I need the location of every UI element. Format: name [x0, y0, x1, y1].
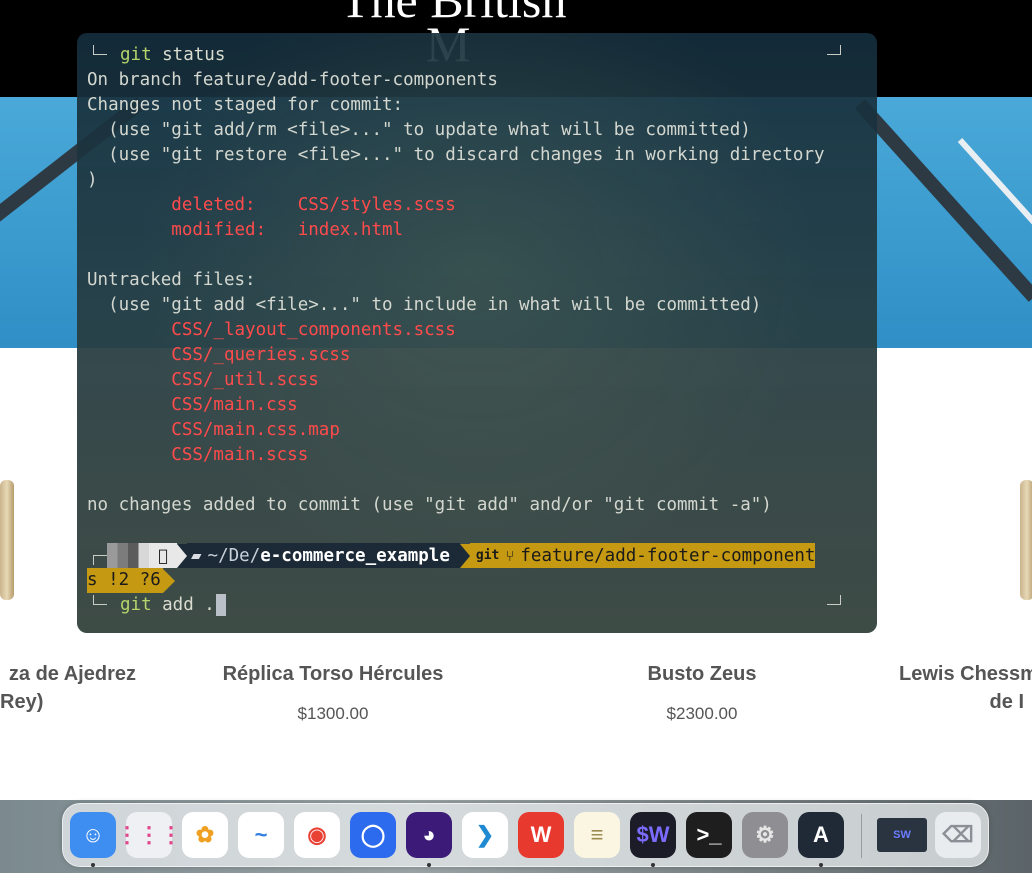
- prompt-path: ▰ ~/De/e-commerce_example: [187, 543, 460, 568]
- output-line: (use "git restore <file>..." to discard …: [87, 145, 825, 165]
- product-name-line: za de Ajedrez: [8, 663, 136, 685]
- prompt-branch: feature/add-footer-component: [520, 545, 816, 566]
- prompt-corner-icon: [827, 45, 841, 55]
- running-indicator: [651, 863, 655, 867]
- branch-icon: ⑂: [505, 546, 515, 565]
- command-args: add .: [151, 595, 215, 615]
- prompt-git-counts: s !2 ?6: [87, 568, 163, 593]
- prompt-git-status: git ⑂ feature/add-footer-component: [469, 543, 816, 568]
- prompt-separator-icon: [459, 543, 470, 568]
- notes-icon[interactable]: ≡: [574, 812, 620, 858]
- command-args: status: [151, 45, 226, 65]
- output-line: (use "git add <file>..." to include in w…: [87, 295, 762, 315]
- wps-icon[interactable]: W: [518, 812, 564, 858]
- prompt-corner-icon: [93, 555, 107, 565]
- output-line: no changes added to commit (use "git add…: [87, 495, 772, 515]
- command-line: git status: [120, 43, 225, 68]
- product-price: $2300.00: [666, 704, 738, 723]
- hero-beam: [854, 99, 1032, 302]
- product-name[interactable]: Lewis Chessm de I: [899, 660, 1032, 716]
- git-icon: git: [475, 548, 500, 563]
- untracked-file-line: CSS/main.css: [87, 395, 298, 415]
- settings-icon[interactable]: ⚙: [742, 812, 788, 858]
- output-line: On branch feature/add-footer-components: [87, 70, 498, 90]
- running-indicator: [427, 863, 431, 867]
- text-cursor: [215, 594, 226, 616]
- product-image-chess-piece[interactable]: [0, 480, 14, 600]
- prompt-corner-icon: [93, 45, 107, 55]
- dock: ☺ ⋮⋮⋮ ✿ ~ ◉ ◯ ◕ ❯ W ≡ $W >_ ⚙ A SW ⌫: [62, 803, 989, 867]
- product-name-line: Rey): [0, 691, 44, 713]
- prompt-corner-icon: [93, 595, 107, 605]
- apple-icon: : [149, 543, 177, 568]
- untracked-file-line: CSS/main.css.map: [87, 420, 340, 440]
- terminal-icon[interactable]: >_: [686, 812, 732, 858]
- product-name[interactable]: Busto Zeus: [602, 660, 802, 688]
- untracked-file-line: CSS/_queries.scss: [87, 345, 351, 365]
- prompt-separator-icon: [162, 568, 175, 593]
- vscode-icon[interactable]: ❯: [462, 812, 508, 858]
- product-price: $1300.00: [297, 704, 369, 723]
- powerline-prompt-wrap: s !2 ?6: [87, 568, 175, 593]
- alacritty-icon[interactable]: A: [798, 812, 844, 858]
- photos-icon[interactable]: ✿: [182, 812, 228, 858]
- changed-file-line: deleted: CSS/styles.scss: [87, 195, 456, 215]
- prompt-corner-icon: [827, 595, 841, 605]
- powerline-prompt:  ▰~/De/e-commerce_example git ⑂ feature/a…: [107, 543, 816, 568]
- prompt-separator-icon: [177, 543, 187, 568]
- prompt-gradient: [107, 543, 149, 568]
- warp-icon[interactable]: $W: [630, 812, 676, 858]
- output-line: (use "git add/rm <file>..." to update wh…: [87, 120, 751, 140]
- output-line: Changes not staged for commit:: [87, 95, 404, 115]
- product-name[interactable]: Réplica Torso Hércules: [208, 660, 458, 688]
- terminal-window[interactable]: git status On branch feature/add-footer-…: [77, 33, 877, 633]
- freeform-icon[interactable]: ~: [238, 812, 284, 858]
- product-name-line: Lewis Chessm: [899, 663, 1032, 685]
- running-indicator: [819, 863, 823, 867]
- untracked-file-line: CSS/_util.scss: [87, 370, 319, 390]
- product-name-line: de I: [989, 691, 1024, 713]
- window-thumbnail-icon[interactable]: SW: [877, 818, 927, 852]
- command-keyword: git: [120, 45, 152, 65]
- product-image-lewis-chessman[interactable]: [1020, 480, 1032, 600]
- running-indicator: [91, 863, 95, 867]
- dock-separator: [861, 814, 862, 858]
- launchpad-icon[interactable]: ⋮⋮⋮: [116, 812, 182, 858]
- chrome-icon[interactable]: ◉: [294, 812, 340, 858]
- firefox-icon[interactable]: ◕: [406, 812, 452, 858]
- signal-icon[interactable]: ◯: [350, 812, 396, 858]
- command-input-line[interactable]: git add .: [120, 593, 226, 618]
- trash-icon[interactable]: ⌫: [935, 812, 981, 858]
- changed-file-line: modified: index.html: [87, 220, 404, 240]
- untracked-file-line: CSS/_layout_components.scss: [87, 320, 456, 340]
- command-keyword: git: [120, 595, 152, 615]
- prompt-path-prefix: ~/De/: [207, 545, 261, 566]
- product-name[interactable]: za de Ajedrez Rey): [0, 660, 136, 716]
- output-line: ): [87, 170, 98, 190]
- untracked-file-line: CSS/main.scss: [87, 445, 309, 465]
- finder-icon[interactable]: ☺: [70, 812, 116, 858]
- folder-open-icon: ▰: [191, 545, 202, 566]
- output-line: Untracked files:: [87, 270, 256, 290]
- prompt-path-dir: e-commerce_example: [260, 545, 450, 566]
